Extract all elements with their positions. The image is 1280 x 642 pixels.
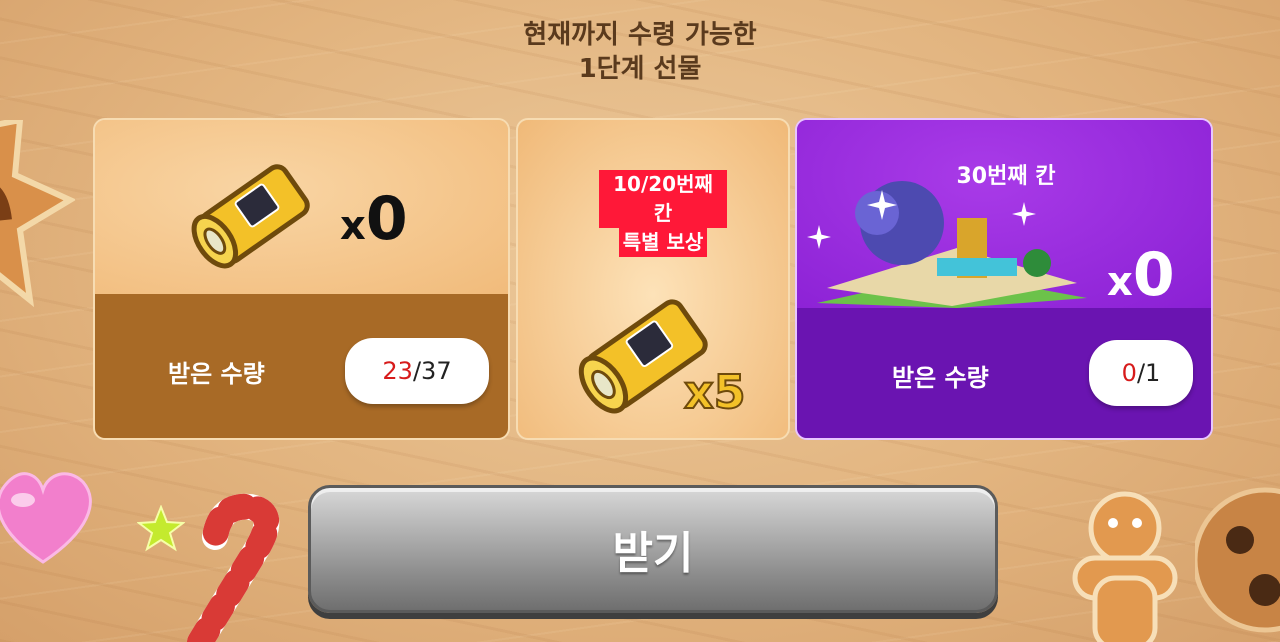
badge-line-2: 특별 보상 [618, 228, 708, 257]
reward-card-scroll: x0 받은 수량 23/37 [93, 118, 510, 440]
scroll-icon [191, 164, 310, 269]
received-total: 37 [421, 357, 452, 385]
received-label: 받은 수량 [892, 364, 989, 392]
received-current: 23 [382, 357, 413, 385]
count-prefix: x [1107, 259, 1133, 305]
reward-card-garden: 30번째 칸 x0 받은 수량 0/1 [795, 118, 1213, 440]
badge-line-1: 10/20번째 칸 [599, 170, 727, 228]
title-line-2: 1단계 선물 [578, 54, 702, 84]
claim-button[interactable]: 받기 [308, 485, 998, 613]
received-count: 0/1 [1089, 340, 1193, 406]
cookie-decoration [1195, 487, 1280, 633]
received-label: 받은 수량 [168, 360, 265, 388]
received-separator: / [412, 357, 422, 385]
candy-heart-decoration [0, 472, 92, 564]
cookie-decoration [0, 120, 75, 308]
count-value: 0 [365, 184, 408, 254]
candy-cane-decoration [187, 493, 280, 642]
page-title: 현재까지 수령 가능한 1단계 선물 [0, 18, 1280, 86]
reward-count: x0 [340, 184, 408, 254]
gingerbread-decoration [1072, 491, 1178, 642]
sparkle-icon [1012, 202, 1036, 226]
reward-count: x0 [1107, 240, 1175, 310]
reward-card-special: x5 [516, 118, 790, 440]
sparkle-icon [867, 190, 897, 220]
claim-button-label: 받기 [612, 528, 694, 579]
scroll-bundle-icon: x5 [578, 299, 747, 420]
count-value: 0 [1132, 240, 1175, 310]
garden-island-image [817, 181, 1087, 308]
multiplier-label: x5 [684, 365, 746, 419]
title-line-1: 현재까지 수령 가능한 [523, 20, 757, 50]
special-reward-badge: 10/20번째 칸 특별 보상 [599, 170, 727, 257]
count-prefix: x [340, 203, 366, 249]
received-current: 0 [1121, 359, 1137, 387]
sparkle-icon [807, 225, 831, 249]
received-separator: / [1136, 359, 1146, 387]
received-total: 1 [1145, 359, 1161, 387]
received-count: 23/37 [345, 338, 489, 404]
